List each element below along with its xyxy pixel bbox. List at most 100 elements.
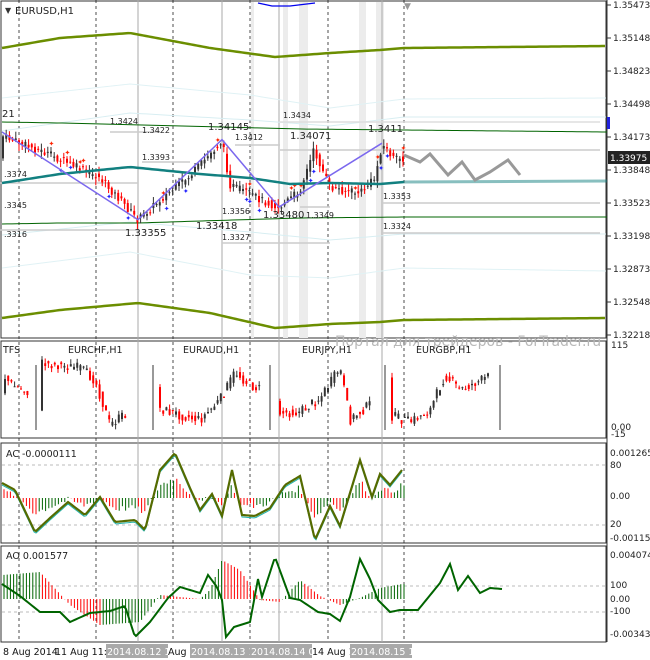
bearish-candle [44, 363, 47, 367]
bearish-candle [59, 160, 62, 162]
bullish-candle [461, 387, 464, 389]
bullish-candle [366, 185, 369, 187]
bullish-candle [210, 152, 212, 159]
price-label: 1.33355 [125, 228, 166, 239]
bearish-candle [318, 154, 321, 167]
price-label: 1.3422 [142, 126, 170, 135]
moving-average-projection [403, 179, 608, 184]
bullish-candle [155, 203, 158, 206]
bearish-candle [295, 412, 297, 416]
ao-axis-label: 0.00 [610, 595, 630, 605]
chart-canvas[interactable]: 1.35473 1.35148 1.34823 1.34498 1.34173 1.338… [0, 0, 650, 660]
bearish-candle [105, 405, 107, 411]
symbol-label: EURJPY,H1 [302, 345, 352, 356]
bearish-candle [62, 157, 65, 159]
bullish-candle [397, 413, 400, 419]
bullish-candle [146, 214, 148, 216]
fractal-up-icon: ✦ [81, 157, 87, 165]
bearish-candle [343, 375, 345, 386]
bearish-candle [50, 366, 53, 369]
bullish-candle [333, 371, 336, 383]
fractal-down-icon: ✦ [247, 198, 253, 206]
bullish-candle [477, 381, 480, 383]
bearish-candle [117, 192, 120, 201]
bullish-candle [200, 160, 203, 166]
bearish-candle [288, 413, 291, 418]
bullish-candle [398, 158, 401, 161]
price-axis-label: 1.32873 [613, 265, 650, 275]
price-label: 1.3411 [368, 124, 403, 135]
bullish-candle [317, 400, 320, 402]
bearish-candle [101, 391, 104, 407]
bullish-candle [327, 387, 329, 393]
ac-axis-label: 20 [610, 520, 622, 530]
bearish-candle [126, 203, 129, 212]
bearish-candle [37, 148, 40, 150]
bullish-candle [4, 379, 6, 394]
bullish-candle [238, 185, 241, 192]
bullish-candle [171, 190, 174, 192]
bearish-candle [82, 166, 84, 168]
bearish-candle [94, 177, 97, 179]
bullish-candle [254, 193, 257, 196]
bearish-candle [416, 418, 419, 420]
bullish-candle [210, 408, 213, 410]
price-label: 1.34145 [208, 122, 249, 133]
price-label: 1.3434 [283, 111, 311, 120]
bearish-candle [362, 409, 365, 415]
bullish-candle [165, 407, 168, 411]
bullish-candle [330, 376, 333, 387]
bearish-candle [331, 186, 334, 191]
bearish-candle [389, 150, 392, 157]
bullish-candle [206, 156, 209, 159]
bearish-candle [451, 377, 454, 379]
bearish-candle [248, 379, 251, 381]
bullish-candle [338, 188, 340, 190]
bearish-candle [341, 187, 344, 194]
price-label: 1.33480 [263, 210, 304, 221]
bullish-candle [203, 159, 206, 164]
chart-window[interactable]: 1.35473 1.35148 1.34823 1.34498 1.34173 1.338… [0, 0, 650, 660]
bullish-candle [158, 202, 161, 206]
bearish-candle [181, 414, 184, 421]
bearish-candle [349, 406, 352, 425]
price-axis-label: 1.35473 [613, 1, 650, 11]
bearish-candle [304, 408, 307, 411]
price-label: 1.34071 [290, 131, 331, 142]
bearish-candle [69, 161, 72, 163]
bearish-candle [162, 410, 165, 414]
bearish-candle [10, 380, 13, 382]
price-label: .3374 [4, 170, 27, 179]
bearish-candle [391, 377, 393, 421]
price-axis-label: 1.32218 [613, 331, 650, 341]
price-axis-label: 1.33198 [613, 232, 650, 242]
bearish-candle [56, 155, 59, 162]
bullish-candle [379, 154, 382, 164]
bullish-candle [323, 387, 326, 397]
time-axis-label: 8 Aug 2014 [3, 647, 58, 658]
bullish-candle [403, 416, 406, 418]
bullish-candle [229, 377, 232, 389]
price-label: 1.3349 [306, 211, 334, 220]
symbol-label: EURCHF,H1 [68, 345, 123, 356]
ao-panel [0, 545, 607, 643]
bearish-candle [89, 370, 91, 380]
bullish-candle [117, 414, 120, 423]
bearish-candle [133, 210, 136, 215]
bearish-candle [23, 391, 26, 393]
bearish-candle [291, 409, 294, 416]
dropdown-arrow-icon[interactable]: ▼ [5, 6, 12, 15]
ac-axis-label: 80 [610, 461, 622, 471]
bearish-candle [255, 387, 257, 391]
bullish-candle [79, 365, 82, 371]
bullish-candle [242, 189, 244, 192]
bullish-candle [352, 414, 355, 420]
bearish-candle [410, 419, 413, 423]
bullish-candle [69, 364, 72, 367]
price-label: 1.3424 [110, 117, 138, 126]
bearish-candle [191, 415, 193, 420]
bearish-candle [20, 388, 22, 390]
bearish-candle [184, 417, 187, 421]
bearish-candle [216, 146, 219, 149]
bullish-candle [213, 406, 216, 410]
